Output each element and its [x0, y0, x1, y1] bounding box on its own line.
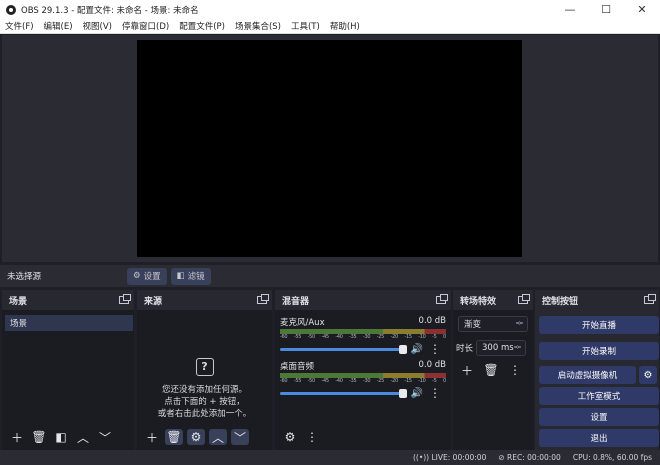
transitions-title: 转场特效	[460, 296, 497, 307]
undock-icon[interactable]	[119, 294, 131, 304]
filter-icon: ◧	[176, 271, 185, 281]
obs-logo-icon	[6, 4, 16, 15]
move-down-icon[interactable]: ﹀	[231, 429, 249, 445]
source-settings-button[interactable]: ⚙ 设置	[127, 267, 167, 285]
transition-menu-icon[interactable]: ⋮	[506, 362, 524, 378]
studio-mode-button[interactable]: 工作室模式	[539, 387, 659, 405]
menu-tools[interactable]: 工具(T)	[286, 20, 325, 32]
title-bar: OBS 29.1.3 - 配置文件: 未命名 - 场景: 未命名 — ☐ ✕	[0, 0, 660, 19]
scene-list-item[interactable]: 场景	[5, 315, 133, 331]
move-down-icon[interactable]: ﹀	[96, 429, 114, 445]
move-up-icon[interactable]: ︿	[209, 429, 227, 445]
preview-canvas[interactable]	[137, 40, 522, 257]
menu-help[interactable]: 帮助(H)	[325, 20, 365, 32]
channel-name: 麦克风/Aux	[280, 318, 325, 328]
settings-button[interactable]: 设置	[539, 408, 659, 426]
scenes-dock: 场景 场景 ＋ 🗑 ◧ ︿ ﹀	[2, 290, 134, 450]
undock-icon[interactable]	[257, 294, 269, 304]
no-source-selected-label: 未选择源	[7, 272, 42, 282]
channel-name: 桌面音频	[280, 362, 315, 372]
duration-label: 时长	[456, 344, 474, 354]
volume-slider[interactable]	[280, 344, 407, 354]
minimize-button[interactable]: —	[552, 0, 588, 19]
add-scene-icon[interactable]: ＋	[8, 429, 26, 445]
chevron-updown-icon[interactable]: ︿ ﹀	[514, 342, 521, 354]
mixer-title: 混音器	[282, 296, 310, 307]
controls-dock: 控制按钮 开始直播 开始录制 启动虚拟摄像机 ⚙ 工作室模式 设置 退出	[535, 290, 659, 450]
remove-source-icon[interactable]: 🗑	[165, 429, 183, 445]
mixer-menu-icon[interactable]: ⋮	[303, 429, 321, 445]
empty-hint-line: 您还没有添加任何源。	[161, 385, 247, 395]
virtual-camera-settings-button[interactable]: ⚙	[639, 366, 657, 384]
volume-slider[interactable]	[280, 388, 407, 398]
scene-filters-icon[interactable]: ◧	[52, 429, 70, 445]
record-icon: ⊘	[498, 453, 505, 462]
menu-profile[interactable]: 配置文件(P)	[174, 20, 230, 32]
speaker-icon[interactable]: 🔊	[408, 341, 426, 357]
start-virtual-camera-button[interactable]: 启动虚拟摄像机	[539, 366, 636, 384]
duration-spinbox[interactable]: 300 ms ︿ ﹀	[476, 340, 527, 356]
source-filters-label: 滤镜	[187, 272, 205, 282]
transition-type-value: 渐变	[464, 320, 482, 330]
menu-scene-collection[interactable]: 场景集合(S)	[230, 20, 286, 32]
volume-meter	[280, 329, 446, 334]
sources-title: 来源	[144, 296, 163, 307]
transitions-dock: 转场特效 渐变 ︿ ﹀ 时长 300 ms ︿ ﹀ ＋ 🗑 ⋮	[453, 290, 533, 450]
source-filters-button[interactable]: ◧ 滤镜	[170, 267, 211, 285]
menu-edit[interactable]: 编辑(E)	[39, 20, 78, 32]
sources-empty-hint[interactable]: ? 您还没有添加任何源。 点击下面的 + 按钮， 或者右击此处添加一个。	[137, 358, 272, 420]
menu-docks[interactable]: 停靠窗口(D)	[117, 20, 174, 32]
exit-button[interactable]: 退出	[539, 429, 659, 447]
duration-value: 300 ms	[482, 343, 514, 353]
rec-status: ⊘ REC: 00:00:00	[498, 453, 561, 462]
channel-db: 0.0 dB	[418, 360, 446, 370]
broadcast-icon: ((•))	[412, 453, 430, 462]
audio-mixer-dock: 混音器 麦克风/Aux 0.0 dB -60 -55 -50 -45 -40 -35 -30…	[275, 290, 451, 450]
empty-hint-line: 点击下面的 + 按钮，	[164, 397, 245, 407]
speaker-icon[interactable]: 🔊	[408, 385, 426, 401]
status-bar: ((•)) LIVE: 00:00:00 ⊘ REC: 00:00:00 CPU…	[0, 450, 660, 465]
mixer-channel-desktop: 桌面音频 0.0 dB -60 -55 -50 -45 -40 -35 -30 -25 -20-…	[280, 360, 446, 401]
window-title: OBS 29.1.3 - 配置文件: 未命名 - 场景: 未命名	[21, 5, 199, 16]
menu-bar: 文件(F) 编辑(E) 视图(V) 停靠窗口(D) 配置文件(P) 场景集合(S…	[0, 19, 660, 34]
source-toolbar: 未选择源 ⚙ 设置 ◧ 滤镜	[0, 265, 660, 287]
menu-view[interactable]: 视图(V)	[78, 20, 117, 32]
chevron-updown-icon: ︿ ﹀	[516, 317, 523, 330]
move-up-icon[interactable]: ︿	[74, 429, 92, 445]
scenes-title: 场景	[9, 296, 28, 307]
undock-icon[interactable]	[436, 294, 448, 304]
channel-db: 0.0 dB	[418, 316, 446, 326]
add-transition-icon[interactable]: ＋	[458, 362, 476, 378]
question-icon: ?	[195, 358, 214, 376]
source-settings-label: 设置	[143, 272, 161, 282]
gear-icon: ⚙	[133, 271, 141, 281]
add-source-icon[interactable]: ＋	[143, 429, 161, 445]
cpu-fps-status: CPU: 0.8%, 60.00 fps	[572, 453, 652, 462]
controls-title: 控制按钮	[542, 296, 579, 307]
start-recording-button[interactable]: 开始录制	[539, 342, 659, 360]
slider-handle[interactable]	[399, 388, 407, 398]
remove-transition-icon[interactable]: 🗑	[482, 362, 500, 378]
transition-type-select[interactable]: 渐变 ︿ ﹀	[458, 316, 528, 332]
sources-dock: 来源 ? 您还没有添加任何源。 点击下面的 + 按钮， 或者右击此处添加一个。 …	[137, 290, 272, 450]
menu-file[interactable]: 文件(F)	[0, 20, 39, 32]
undock-icon[interactable]	[518, 294, 530, 304]
empty-hint-line: 或者右击此处添加一个。	[157, 409, 252, 419]
more-options-icon[interactable]: ⋮	[429, 341, 441, 357]
more-options-icon[interactable]: ⋮	[429, 385, 441, 401]
undock-icon[interactable]	[644, 294, 656, 304]
volume-meter	[280, 373, 446, 378]
slider-handle[interactable]	[399, 344, 407, 354]
live-status: ((•)) LIVE: 00:00:00	[412, 453, 487, 462]
gear-icon: ⚙	[643, 369, 653, 381]
close-button[interactable]: ✕	[624, 0, 660, 19]
mixer-channel-mic: 麦克风/Aux 0.0 dB -60 -55 -50 -45 -40 -35 -30 -25-…	[280, 316, 446, 357]
advanced-audio-icon[interactable]: ⚙	[281, 429, 299, 445]
remove-scene-icon[interactable]: 🗑	[30, 429, 48, 445]
start-streaming-button[interactable]: 开始直播	[539, 316, 659, 334]
source-properties-icon[interactable]: ⚙	[187, 429, 205, 445]
maximize-button[interactable]: ☐	[588, 0, 624, 19]
